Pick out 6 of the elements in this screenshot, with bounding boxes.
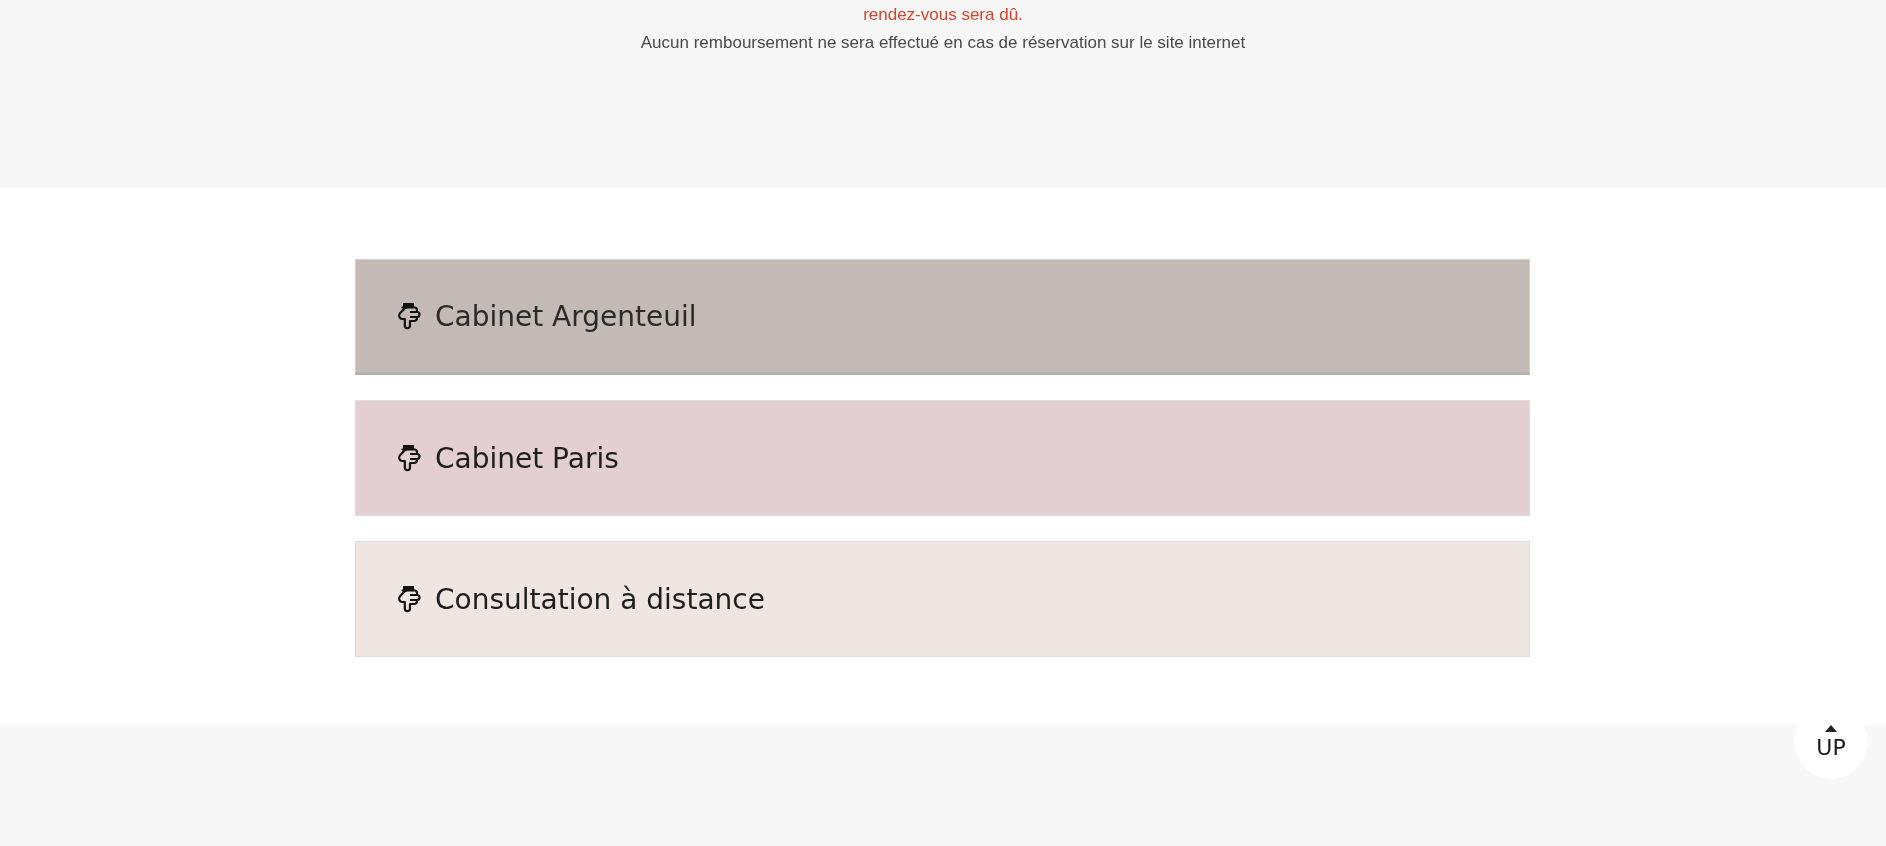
location-accordion-item[interactable]: Consultation à distance: [355, 541, 1530, 657]
warning-text: rendez-vous sera dû.: [863, 5, 1023, 25]
notice-text: Aucun remboursement ne sera effectué en cas de réservation sur le site internet: [640, 33, 1246, 53]
location-accordion-item[interactable]: Cabinet Argenteuil: [355, 259, 1530, 375]
caret-up-icon: [1825, 724, 1837, 732]
location-accordion-item[interactable]: Cabinet Paris: [355, 400, 1530, 516]
